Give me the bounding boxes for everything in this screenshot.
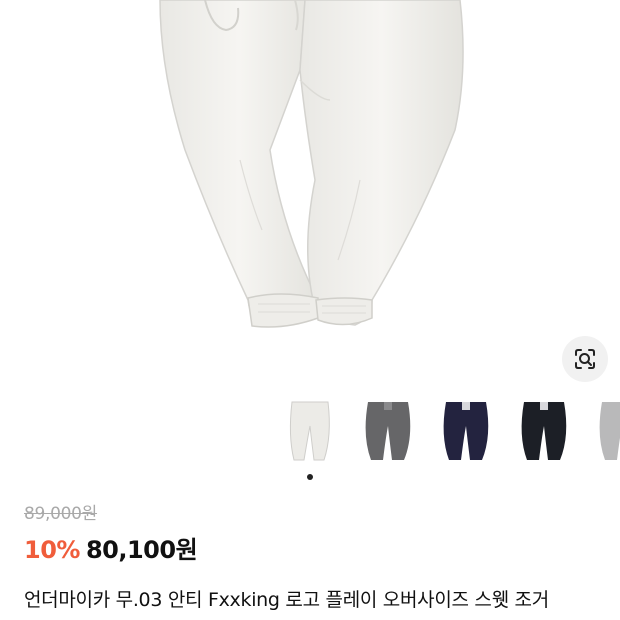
product-main-image[interactable] [0,0,620,390]
lens-search-button[interactable] [562,336,608,382]
thumbnail-gray-image [365,402,411,460]
thumbnail-navy-image [443,402,489,460]
thumbnail-white[interactable] [278,396,344,468]
color-thumbnail-strip [278,396,620,474]
thumbnail-light-gray-image [599,402,620,460]
thumbnail-white-image [289,401,330,461]
product-title: 언더마이카 무.03 안티 Fxxking 로고 플레이 오버사이즈 스웻 조거 [24,589,549,611]
sweatpants-illustration [159,0,464,328]
price-row: 10% 80,100원 [24,530,198,566]
thumbnail-gray[interactable] [356,396,422,468]
thumbnail-black-image [521,402,567,460]
product-detail-page: 89,000원 10% 80,100원 언더마이카 무.03 안티 Fxxkin… [0,0,620,620]
sale-price: 80,100원 [85,536,198,564]
thumbnail-black[interactable] [512,396,578,468]
lens-search-icon [575,349,595,369]
thumbnail-pagination [305,473,315,481]
thumbnail-light-gray[interactable] [590,396,620,468]
thumbnail-navy[interactable] [434,396,500,468]
discount-rate: 10% [24,536,80,564]
pagination-dot-active[interactable] [307,474,313,480]
original-price: 89,000원 [24,504,98,524]
